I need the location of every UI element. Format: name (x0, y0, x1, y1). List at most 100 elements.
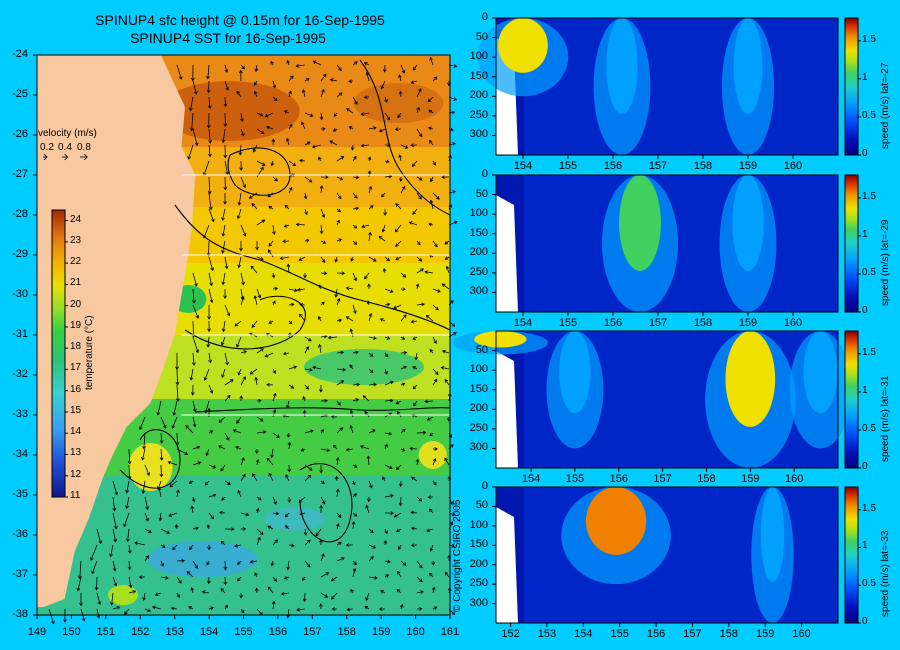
colorbar-tick-label: 24 (70, 213, 82, 225)
section-x-tick-label: 153 (537, 628, 557, 640)
section-wash (524, 18, 838, 155)
speed-colorbar-tick-label: 0 (862, 148, 868, 159)
section-y-tick-label: 0 (481, 168, 488, 180)
colorbar-tick-label: 14 (70, 426, 82, 438)
section-y-tick-label: 200 (469, 89, 488, 102)
velocity-legend-value: 0.2 (40, 142, 54, 153)
speed-colorbar-tick-label: 1 (862, 71, 868, 83)
colorbar-label: temperature (°C) (84, 315, 95, 390)
section-y-tick-label: 300 (469, 441, 488, 454)
section-y-tick-label: 50 (475, 499, 488, 512)
speed-colorbar-tick-label: 0.5 (862, 266, 876, 278)
section-panel (477, 17, 861, 159)
velocity-arrow (176, 432, 178, 445)
jet-core (733, 17, 763, 114)
section-y-tick-label: 300 (469, 596, 488, 609)
section-y-tick-label: 200 (469, 557, 488, 570)
section-x-tick-label: 155 (558, 317, 578, 329)
section-y-tick-label: 50 (475, 30, 488, 43)
map-x-tick-label: 153 (165, 626, 184, 638)
section-x-tick-label: 155 (558, 160, 578, 172)
section-panel (492, 486, 861, 627)
speed-colorbar-tick-label: 0.5 (862, 109, 876, 121)
section-x-tick-label: 157 (683, 628, 702, 640)
map-y-tick-label: -33 (12, 408, 28, 420)
speed-colorbar-tick-label: 0 (862, 616, 868, 627)
section-x-tick-label: 156 (603, 317, 623, 329)
map-y-tick-label: -26 (12, 128, 28, 140)
jet-core (498, 18, 548, 73)
colorbar-tick-label: 17 (70, 362, 82, 374)
map-x-tick-label: 160 (406, 626, 425, 638)
section-y-tick-label: 100 (469, 207, 488, 220)
velocity-arrow (176, 368, 178, 385)
section-y-tick-label: 50 (475, 343, 488, 356)
colorbar-tick-label: 15 (70, 404, 82, 416)
speed-colorbar-tick-label: 1.5 (862, 33, 876, 45)
section-x-tick-label: 155 (565, 473, 585, 485)
map-y-tick-label: -35 (12, 488, 28, 500)
section-x-tick-label: 156 (646, 628, 666, 640)
map-y-tick-label: -25 (12, 88, 28, 100)
map-y-tick-label: -38 (12, 608, 28, 620)
section-x-tick-label: 154 (513, 160, 533, 172)
jet-core (760, 486, 785, 583)
section-y-tick-label: 250 (469, 421, 488, 434)
speed-colorbar-label: speed (m/s) lat=-27 (880, 62, 891, 149)
jet-core (732, 175, 764, 271)
section-y-tick-label: 100 (469, 50, 488, 63)
sst-cool-south-2 (265, 507, 326, 531)
velocity-arrow (192, 320, 194, 337)
section-y-tick-label: 100 (469, 518, 488, 531)
map-y-tick-label: -36 (12, 528, 28, 540)
map-y-tick-label: -31 (12, 328, 28, 340)
map-plot (33, 54, 458, 625)
section-x-tick-label: 156 (609, 473, 628, 485)
velocity-legend-value: 0.8 (77, 142, 91, 153)
map-x-tick-label: 154 (199, 626, 219, 638)
map-y-tick-label: -32 (12, 368, 28, 380)
section-y-tick-label: 100 (469, 363, 488, 376)
section-x-tick-label: 160 (792, 628, 811, 640)
section-y-tick-label: 250 (469, 108, 488, 121)
map-x-tick-label: 159 (371, 626, 391, 638)
figure-canvas (33, 17, 861, 627)
section-x-tick-label: 154 (513, 317, 533, 329)
velocity-legend-value: 0.4 (58, 142, 72, 153)
section-panel (452, 330, 861, 472)
section-x-tick-label: 157 (648, 317, 668, 329)
section-x-tick-label: 158 (697, 473, 716, 485)
section-y-tick-label: 150 (469, 538, 488, 551)
section-x-tick-label: 159 (741, 473, 760, 485)
section-y-tick-label: 250 (469, 577, 488, 590)
speed-colorbar-label: speed (m/s) lat=-29 (880, 219, 891, 306)
section-y-tick-label: 150 (469, 226, 488, 239)
section-y-tick-label: 0 (481, 11, 488, 23)
section-x-tick-label: 159 (756, 628, 775, 640)
section-x-tick-label: 157 (648, 160, 668, 172)
velocity-arrow (208, 80, 210, 93)
section-x-tick-label: 158 (693, 317, 713, 329)
speed-colorbar-label: speed (m/s) lat=-31 (880, 375, 891, 462)
velocity-arrow (96, 576, 98, 590)
colorbar-tick-label: 11 (70, 490, 81, 501)
section-x-tick-label: 160 (783, 317, 803, 329)
speed-colorbar (844, 17, 859, 156)
section-x-tick-label: 157 (653, 473, 672, 485)
speed-colorbar-tick-label: 1 (862, 384, 868, 396)
section-x-tick-label: 159 (738, 317, 758, 329)
section-x-tick-label: 159 (738, 160, 758, 172)
map-x-tick-label: 149 (27, 626, 47, 638)
colorbar-tick-label: 21 (70, 277, 82, 289)
jet-core (606, 17, 638, 114)
jet-core (559, 331, 591, 414)
temperature-colorbar (51, 209, 66, 498)
speed-colorbar-tick-label: 0 (862, 461, 868, 472)
section-wash (524, 175, 838, 312)
section-y-tick-label: 200 (469, 402, 488, 415)
section-y-tick-label: 200 (469, 246, 488, 259)
map-y-tick-label: -27 (12, 168, 28, 180)
map-y-tick-label: -28 (12, 208, 28, 220)
map-x-tick-label: 161 (440, 626, 460, 638)
speed-colorbar (844, 486, 859, 624)
